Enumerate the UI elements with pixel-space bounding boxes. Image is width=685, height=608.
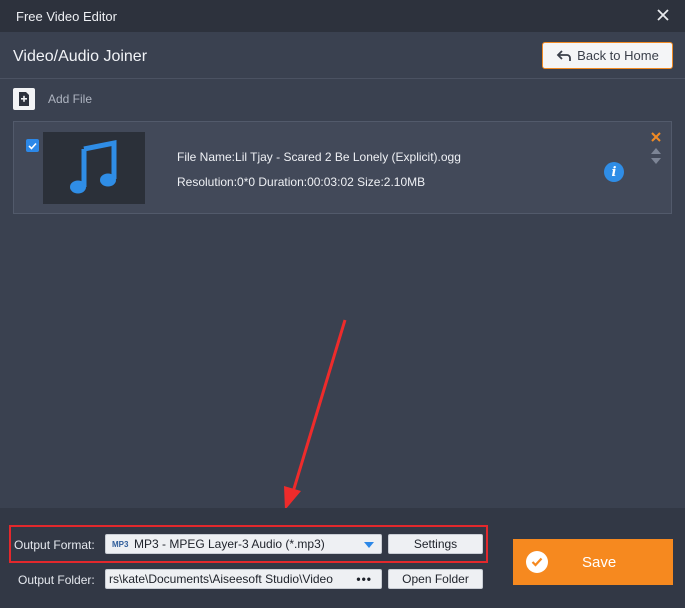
browse-folder-button[interactable]: ••• <box>356 572 372 586</box>
title-bar: Free Video Editor <box>0 0 685 32</box>
file-metadata: Resolution:0*0 Duration:00:03:02 Size:2.… <box>177 175 426 189</box>
move-up-icon[interactable] <box>651 148 661 154</box>
music-note-icon <box>70 139 117 194</box>
checkmark-circle-icon <box>526 551 548 573</box>
window-title: Free Video Editor <box>16 9 117 24</box>
add-file-button[interactable]: Add File <box>13 87 92 111</box>
page-title: Video/Audio Joiner <box>13 48 148 65</box>
add-file-label: Add File <box>48 92 93 106</box>
back-to-home-button[interactable]: Back to Home <box>542 42 673 69</box>
checkmark-icon <box>28 142 37 150</box>
open-folder-button[interactable]: Open Folder <box>388 569 483 589</box>
save-button[interactable]: Save <box>513 539 673 585</box>
close-icon[interactable] <box>655 6 671 24</box>
output-panel: Output Format: MP3 MP3 - MPEG Layer-3 Au… <box>0 508 685 608</box>
output-folder-field[interactable]: ••• <box>105 569 382 589</box>
page-header: Video/Audio Joiner Back to Home <box>0 32 685 79</box>
move-down-icon[interactable] <box>651 158 661 164</box>
back-to-home-label: Back to Home <box>577 48 659 63</box>
remove-icon[interactable] <box>650 131 662 143</box>
file-name: File Name:Lil Tjay - Scared 2 Be Lonely … <box>177 150 461 164</box>
back-arrow-icon <box>556 49 572 61</box>
output-folder-label: Output Folder: <box>18 573 95 587</box>
output-folder-input[interactable] <box>106 572 346 586</box>
file-list-item[interactable]: File Name:Lil Tjay - Scared 2 Be Lonely … <box>13 121 672 214</box>
file-select-checkbox[interactable] <box>26 139 39 152</box>
annotation-highlight-box <box>9 525 488 563</box>
info-icon[interactable]: i <box>604 162 624 182</box>
add-file-icon <box>13 88 35 110</box>
save-label: Save <box>582 553 617 571</box>
file-thumbnail <box>43 132 145 204</box>
